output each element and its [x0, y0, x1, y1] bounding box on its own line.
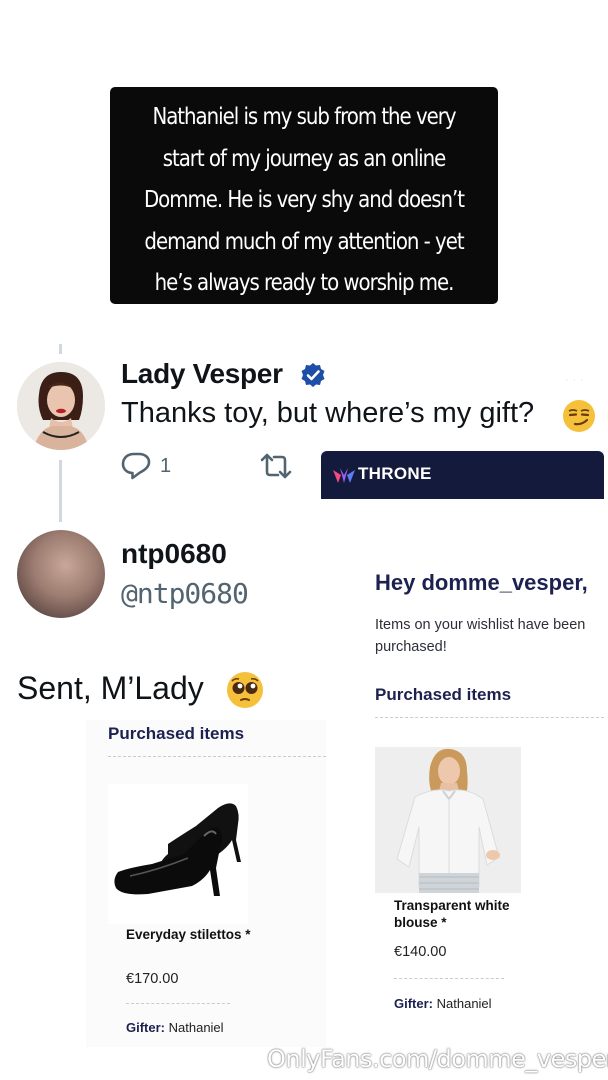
- story-caption: Nathaniel is my sub from the very start …: [110, 87, 498, 304]
- reply-count: 1: [160, 455, 172, 477]
- pleading-face-emoji-icon: [227, 672, 263, 708]
- reply-text: Sent, M’Lady: [17, 670, 204, 706]
- tweet-text: Thanks toy, but where’s my gift?: [121, 397, 535, 429]
- product-price: €140.00: [394, 944, 447, 960]
- gifter-line: Gifter: Nathaniel: [126, 1020, 224, 1035]
- caption-line: demand much of my attention - yet: [144, 228, 464, 255]
- caption-line: Nathaniel is my sub from the very: [152, 104, 456, 130]
- throne-email-card: THRONE Hey domme_vesper, Items on your w…: [321, 451, 604, 1016]
- section-title: Purchased items: [108, 724, 245, 743]
- watermark: OnlyFans.com/domme_vesper: [267, 1045, 608, 1073]
- throne-header: THRONE: [321, 451, 604, 499]
- tweet-timestamp-faded: · · ·: [565, 372, 584, 386]
- product-name[interactable]: Transparent white blouse *: [394, 897, 524, 931]
- divider: [394, 978, 504, 979]
- product-image-stilettos[interactable]: [108, 784, 248, 924]
- gifter-name: Nathaniel: [436, 996, 492, 1011]
- caption-line: start of my journey as an online: [162, 145, 447, 172]
- reply-author-name[interactable]: ntp0680: [121, 538, 227, 570]
- section-title: Purchased items: [375, 685, 512, 704]
- divider: [108, 756, 326, 757]
- gifter-label: Gifter:: [394, 996, 433, 1011]
- divider: [126, 1003, 230, 1004]
- caption-line: Domme. He is very shy and doesn’t: [143, 187, 465, 213]
- avatar[interactable]: [17, 362, 105, 450]
- tweet-author-name[interactable]: Lady Vesper: [121, 358, 283, 390]
- product-price: €170.00: [126, 971, 179, 987]
- throne-logo-icon: [333, 468, 355, 483]
- thread-line: [59, 460, 62, 522]
- gifter-label: Gifter:: [126, 1020, 165, 1035]
- verified-badge-icon: [301, 363, 325, 387]
- wishlist-note: Items on your wishlist have been purchas…: [375, 617, 586, 655]
- product-name[interactable]: Everyday stilettos *: [126, 926, 251, 943]
- greeting: Hey domme_vesper,: [375, 570, 588, 595]
- reply-author-handle[interactable]: @ntp0680: [121, 577, 249, 610]
- reply-icon[interactable]: [120, 451, 152, 481]
- thread-line-top: [59, 344, 62, 354]
- throne-brand-name: THRONE: [358, 464, 432, 483]
- caption-line: he’s always ready to worship me.: [154, 270, 455, 296]
- smirk-emoji-icon: [563, 400, 595, 432]
- gifter-name: Nathaniel: [168, 1020, 224, 1035]
- gifter-line: Gifter: Nathaniel: [394, 996, 492, 1011]
- avatar[interactable]: [17, 530, 105, 618]
- divider: [375, 717, 604, 718]
- retweet-icon[interactable]: [259, 451, 293, 481]
- stiletto-email-card: Purchased items Everyday stilettos * €17…: [86, 720, 326, 1047]
- product-image-blouse[interactable]: [375, 747, 521, 893]
